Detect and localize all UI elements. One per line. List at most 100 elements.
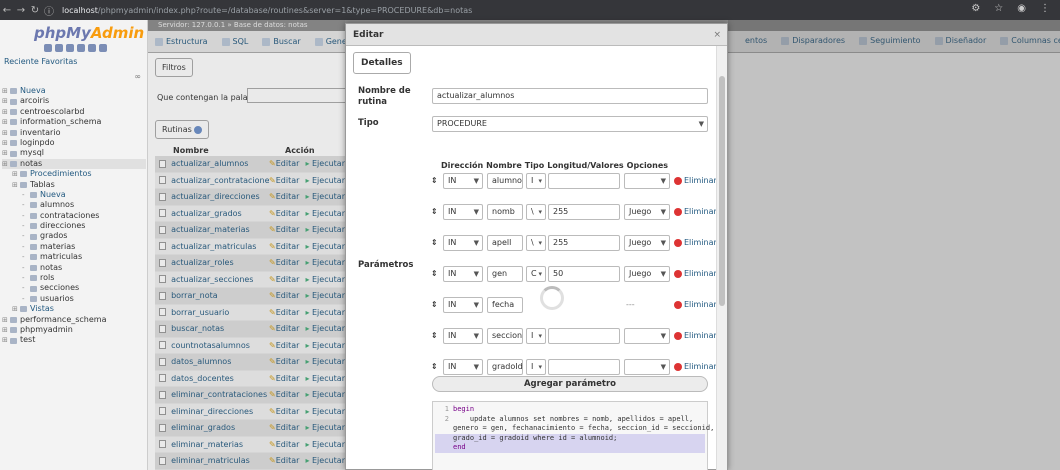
param-options-select[interactable]: Juego ▼: [624, 266, 670, 282]
param-name-input[interactable]: fecha: [487, 297, 523, 313]
settings-icon[interactable]: [88, 44, 96, 52]
expand-icon[interactable]: -: [22, 294, 30, 304]
exit-icon[interactable]: [55, 44, 63, 52]
home-icon[interactable]: [44, 44, 52, 52]
menu-icon[interactable]: ⋮: [1040, 3, 1050, 14]
param-options-select[interactable]: ▼: [624, 173, 670, 189]
drag-handle-icon[interactable]: ⇕: [431, 207, 438, 216]
expand-icon[interactable]: -: [22, 211, 30, 221]
tree-item[interactable]: - notas: [2, 263, 146, 273]
param-type-select[interactable]: C ▾: [526, 266, 546, 282]
drag-handle-icon[interactable]: ⇕: [431, 362, 438, 371]
param-name-input[interactable]: seccioni: [487, 328, 523, 344]
extensions-icon[interactable]: ⚙: [971, 3, 980, 14]
drag-handle-icon[interactable]: ⇕: [431, 331, 438, 340]
expand-icon[interactable]: ⊞: [2, 335, 10, 345]
tree-item[interactable]: ⊞ Vistas: [2, 304, 146, 314]
tree-item[interactable]: ⊞ Nueva: [2, 86, 146, 96]
delete-param-button[interactable]: Eliminar: [674, 362, 717, 371]
tree-item[interactable]: ⊞ test: [2, 335, 146, 345]
param-options-select[interactable]: ▼: [624, 359, 670, 375]
expand-icon[interactable]: -: [22, 200, 30, 210]
param-direction-select[interactable]: IN ▼: [443, 235, 483, 251]
expand-icon[interactable]: -: [22, 273, 30, 283]
delete-param-button[interactable]: Eliminar: [674, 331, 717, 340]
tree-item[interactable]: - materias: [2, 242, 146, 252]
expand-icon[interactable]: ⊞: [2, 138, 10, 148]
tree-item[interactable]: - matriculas: [2, 252, 146, 262]
delete-param-button[interactable]: Eliminar: [674, 238, 717, 247]
expand-icon[interactable]: ⊞: [12, 180, 20, 190]
tree-item[interactable]: ⊞ inventario: [2, 128, 146, 138]
info-icon[interactable]: ⓘ: [42, 3, 56, 18]
forward-icon[interactable]: →: [14, 5, 28, 16]
delete-param-button[interactable]: Eliminar: [674, 300, 717, 309]
param-type-select[interactable]: I ▾: [526, 328, 546, 344]
tree-item[interactable]: ⊞ notas: [2, 158, 146, 170]
param-direction-select[interactable]: IN ▼: [443, 266, 483, 282]
param-name-input[interactable]: gen: [487, 266, 523, 282]
docs2-icon[interactable]: [77, 44, 85, 52]
delete-param-button[interactable]: Eliminar: [674, 269, 717, 278]
tree-item[interactable]: - Nueva: [2, 190, 146, 200]
expand-icon[interactable]: -: [22, 190, 30, 200]
tree-item[interactable]: - grados: [2, 231, 146, 241]
tree-item[interactable]: - secciones: [2, 283, 146, 293]
tree-item[interactable]: ⊞ Procedimientos: [2, 169, 146, 179]
star-icon[interactable]: ☆: [994, 3, 1003, 14]
docs-icon[interactable]: [66, 44, 74, 52]
scrollbar-thumb[interactable]: [719, 76, 725, 306]
param-type-select[interactable]: \ ▾: [526, 235, 546, 251]
tree-item[interactable]: - direcciones: [2, 221, 146, 231]
expand-icon[interactable]: -: [22, 242, 30, 252]
param-length-input[interactable]: [548, 173, 620, 189]
param-name-input[interactable]: alumnoi: [487, 173, 523, 189]
routine-name-input[interactable]: actualizar_alumnos: [432, 88, 708, 104]
expand-icon[interactable]: ⊞: [2, 315, 10, 325]
expand-icon[interactable]: -: [22, 263, 30, 273]
add-parameter-button[interactable]: Agregar parámetro: [432, 376, 708, 392]
delete-param-button[interactable]: Eliminar: [674, 176, 717, 185]
address-bar[interactable]: localhost/phpmyadmin/index.php?route=/da…: [62, 6, 662, 15]
collapse-link-icon[interactable]: ∞: [134, 72, 141, 81]
param-options-select[interactable]: Juego ▼: [624, 235, 670, 251]
param-length-input[interactable]: 50: [548, 266, 620, 282]
expand-icon[interactable]: ⊞: [2, 86, 10, 96]
delete-param-button[interactable]: Eliminar: [674, 207, 717, 216]
tree-item[interactable]: - rols: [2, 273, 146, 283]
type-select[interactable]: PROCEDURE ▼: [432, 116, 708, 132]
param-direction-select[interactable]: IN ▼: [443, 297, 483, 313]
tree-item[interactable]: ⊞ mysql: [2, 148, 146, 158]
tree-item[interactable]: ⊞ Tablas: [2, 180, 146, 190]
back-icon[interactable]: ←: [0, 5, 14, 16]
param-type-select[interactable]: I ▾: [526, 359, 546, 375]
dialog-scrollbar[interactable]: [716, 46, 727, 470]
expand-icon[interactable]: ⊞: [2, 107, 10, 117]
tree-item[interactable]: - contrataciones: [2, 211, 146, 221]
tree-item[interactable]: ⊞ centroescolarbd: [2, 107, 146, 117]
phpmyadmin-logo[interactable]: phpMyAdmin: [34, 24, 144, 42]
param-length-input[interactable]: [548, 328, 620, 344]
tree-item[interactable]: ⊞ performance_schema: [2, 315, 146, 325]
recent-favorites-tabs[interactable]: Reciente Favoritas: [4, 57, 77, 66]
drag-handle-icon[interactable]: ⇕: [431, 238, 438, 247]
param-name-input[interactable]: apell: [487, 235, 523, 251]
param-length-input[interactable]: 255: [548, 204, 620, 220]
expand-icon[interactable]: ⊞: [2, 148, 10, 158]
drag-handle-icon[interactable]: ⇕: [431, 176, 438, 185]
param-direction-select[interactable]: IN ▼: [443, 328, 483, 344]
param-name-input[interactable]: gradoId: [487, 359, 523, 375]
expand-icon[interactable]: -: [22, 252, 30, 262]
param-length-input[interactable]: 255: [548, 235, 620, 251]
drag-handle-icon[interactable]: ⇕: [431, 269, 438, 278]
expand-icon[interactable]: ⊞: [12, 304, 20, 314]
tree-item[interactable]: - alumnos: [2, 200, 146, 210]
param-direction-select[interactable]: IN ▼: [443, 173, 483, 189]
tree-item[interactable]: ⊞ loginpdo: [2, 138, 146, 148]
expand-icon[interactable]: ⊞: [2, 117, 10, 127]
param-type-select[interactable]: \ ▾: [526, 204, 546, 220]
tree-item[interactable]: - usuarios: [2, 294, 146, 304]
param-length-input[interactable]: [548, 359, 620, 375]
routine-definition-editor[interactable]: 1 begin 2 update alumnos set nombres = nom…: [432, 401, 714, 470]
expand-icon[interactable]: ⊞: [2, 159, 10, 169]
